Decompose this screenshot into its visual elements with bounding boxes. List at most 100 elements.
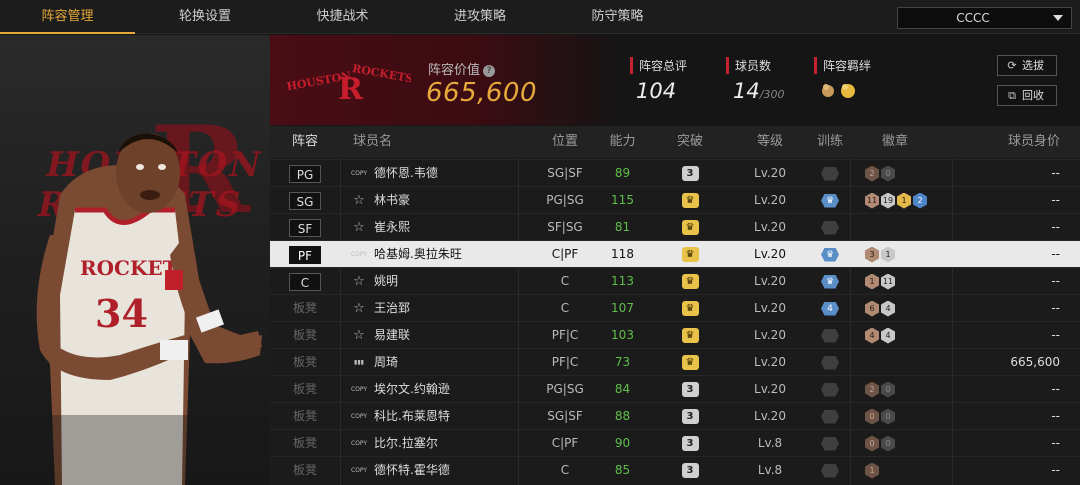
player-level: Lv.20 bbox=[754, 382, 786, 396]
player-name-cell[interactable]: COPY 埃尔文.约翰逊 bbox=[350, 376, 450, 402]
col-price[interactable]: 球员身价 bbox=[970, 126, 1060, 158]
player-name-cell[interactable]: COPY 哈基姆.奥拉朱旺 bbox=[350, 241, 462, 267]
training-cell[interactable]: ♛ bbox=[810, 241, 850, 267]
training-cell[interactable] bbox=[810, 322, 850, 348]
badges-cell[interactable]: 11 19 1 2 bbox=[865, 187, 929, 213]
badges-cell[interactable]: 44 bbox=[865, 322, 897, 348]
breakthrough-cell[interactable]: ♛ bbox=[670, 241, 710, 267]
training-cell[interactable] bbox=[810, 376, 850, 402]
chemistry-icons[interactable] bbox=[820, 81, 860, 105]
col-badges[interactable]: 徽章 bbox=[865, 126, 925, 158]
player-name-cell[interactable]: ☆ 姚明 bbox=[350, 268, 398, 294]
table-row[interactable]: 板凳 ☆ 易建联 PF|C 103 ♛ Lv.20 4 4 -- bbox=[270, 321, 1080, 348]
badges-cell[interactable]: 31 bbox=[865, 241, 897, 267]
slot-cell[interactable]: 板凳 bbox=[270, 349, 340, 375]
slot-cell[interactable]: SG bbox=[270, 187, 340, 213]
training-cell[interactable]: ♛ bbox=[810, 268, 850, 294]
breakthrough-cell[interactable]: ♛ bbox=[670, 214, 710, 240]
slot-cell[interactable]: 板凳 bbox=[270, 403, 340, 429]
breakthrough-cell[interactable]: ♛ bbox=[670, 322, 710, 348]
breakthrough-cell[interactable]: 3 bbox=[670, 430, 710, 456]
crown-icon: ♛ bbox=[681, 355, 699, 370]
slot-cell[interactable]: PG bbox=[270, 160, 340, 186]
player-name-cell[interactable]: COPY 比尔.拉塞尔 bbox=[350, 430, 438, 456]
table-row[interactable]: 板凳 ▮▮▮ 周琦 PF|C 73 ♛ Lv.20 665,600 bbox=[270, 348, 1080, 375]
table-row[interactable]: SG ☆ 林书豪 PG|SG 115 ♛ Lv.20 ♛ 11 19 1 2 -- bbox=[270, 186, 1080, 213]
training-cell[interactable]: ♛ bbox=[810, 187, 850, 213]
table-row[interactable]: 板凳 COPY 科比.布莱恩特 SG|SF 88 3 Lv.20 0 0 -- bbox=[270, 402, 1080, 429]
training-cell[interactable] bbox=[810, 349, 850, 375]
chemistry-icon bbox=[822, 84, 855, 98]
badges-cell[interactable]: 1 11 bbox=[865, 268, 897, 294]
slot-cell[interactable]: SF bbox=[270, 214, 340, 240]
tab-quick-tactics[interactable]: 快捷战术 bbox=[275, 0, 410, 34]
tab-rotation-settings[interactable]: 轮换设置 bbox=[135, 0, 275, 34]
training-cell[interactable] bbox=[810, 214, 850, 240]
training-cell[interactable] bbox=[810, 160, 850, 186]
table-row[interactable]: PG COPY 德怀恩.韦德 SG|SF 89 3 Lv.20 2 0 -- bbox=[270, 159, 1080, 186]
player-name: 易建联 bbox=[374, 328, 411, 342]
badges-cell[interactable]: 1 bbox=[865, 457, 881, 483]
col-breakthrough[interactable]: 突破 bbox=[670, 126, 710, 158]
player-name: 德怀恩.韦德 bbox=[374, 166, 438, 180]
training-cell[interactable]: 4 bbox=[810, 295, 850, 321]
badges-cell[interactable]: 64 bbox=[865, 295, 897, 321]
player-name-cell[interactable]: COPY 德怀恩.韦德 bbox=[350, 160, 438, 186]
slot-cell[interactable]: 板凳 bbox=[270, 322, 340, 348]
slot-cell[interactable]: 板凳 bbox=[270, 295, 340, 321]
crown-icon: ♛ bbox=[681, 301, 699, 316]
slot-cell[interactable]: 板凳 bbox=[270, 457, 340, 483]
player-price: -- bbox=[1051, 436, 1060, 450]
help-icon[interactable]: ? bbox=[483, 65, 496, 77]
badges-cell[interactable]: 00 bbox=[865, 403, 897, 429]
tab-lineup-management[interactable]: 阵容管理 bbox=[0, 0, 135, 34]
training-cell[interactable] bbox=[810, 430, 850, 456]
breakthrough-cell[interactable]: ♛ bbox=[670, 349, 710, 375]
breakthrough-cell[interactable]: ♛ bbox=[670, 268, 710, 294]
tab-defense-strategy[interactable]: 防守策略 bbox=[550, 0, 685, 34]
table-row[interactable]: PF COPY 哈基姆.奥拉朱旺 C|PF 118 ♛ Lv.20 ♛ 3 1 -- bbox=[270, 240, 1080, 267]
breakthrough-cell[interactable]: ♛ bbox=[670, 187, 710, 213]
slot-cell[interactable]: 板凳 bbox=[270, 376, 340, 402]
table-row[interactable]: C ☆ 姚明 C 113 ♛ Lv.20 ♛ 1 11 -- bbox=[270, 267, 1080, 294]
slot-cell[interactable]: C bbox=[270, 268, 340, 294]
table-row[interactable]: SF ☆ 崔永熙 SF|SG 81 ♛ Lv.20 -- bbox=[270, 213, 1080, 240]
slot-cell[interactable]: 板凳 bbox=[270, 430, 340, 456]
col-ability[interactable]: 能力 bbox=[590, 126, 655, 158]
table-row[interactable]: 板凳 ☆ 王治郅 C 107 ♛ Lv.20 4 6 4 -- bbox=[270, 294, 1080, 321]
breakthrough-cell[interactable]: 3 bbox=[670, 160, 710, 186]
player-price: -- bbox=[1051, 463, 1060, 477]
player-name-cell[interactable]: ☆ 崔永熙 bbox=[350, 214, 410, 240]
player-name-cell[interactable]: ▮▮▮ 周琦 bbox=[350, 349, 398, 375]
player-name-cell[interactable]: COPY 科比.布莱恩特 bbox=[350, 403, 450, 429]
player-price: -- bbox=[1051, 274, 1060, 288]
breakthrough-cell[interactable]: ♛ bbox=[670, 295, 710, 321]
table-row[interactable]: 板凳 COPY 德怀特.霍华德 C 85 3 Lv.8 1 -- bbox=[270, 456, 1080, 483]
player-name-cell[interactable]: ☆ 王治郅 bbox=[350, 295, 410, 321]
badges-cell[interactable]: 20 bbox=[865, 376, 897, 402]
player-name-cell[interactable]: ☆ 林书豪 bbox=[350, 187, 410, 213]
col-training[interactable]: 训练 bbox=[810, 126, 850, 158]
breakthrough-cell[interactable]: 3 bbox=[670, 376, 710, 402]
player-name-cell[interactable]: ☆ 易建联 bbox=[350, 322, 410, 348]
recycle-button[interactable]: ⧉ 回收 bbox=[997, 85, 1057, 106]
select-button[interactable]: ⟳ 选拔 bbox=[997, 55, 1057, 76]
breakthrough-cell[interactable]: 3 bbox=[670, 457, 710, 483]
table-row[interactable]: 板凳 COPY 比尔.拉塞尔 C|PF 90 3 Lv.8 0 0 -- bbox=[270, 429, 1080, 456]
slot-cell[interactable]: PF bbox=[270, 241, 340, 267]
refresh-icon: ⟳ bbox=[1007, 59, 1017, 72]
table-row[interactable]: 板凳 COPY 埃尔文.约翰逊 PG|SG 84 3 Lv.20 2 0 -- bbox=[270, 375, 1080, 402]
lineup-header: HOUSTON R ROCKETS 阵容价值? 665,600 阵容总评 104… bbox=[270, 35, 1080, 125]
training-cell[interactable] bbox=[810, 403, 850, 429]
player-name-cell[interactable]: COPY 德怀特.霍华德 bbox=[350, 457, 450, 483]
tab-offense-strategy[interactable]: 进攻策略 bbox=[410, 0, 550, 34]
badges-cell[interactable]: 20 bbox=[865, 160, 897, 186]
team-dropdown[interactable]: CCCC bbox=[897, 7, 1072, 29]
col-name[interactable]: 球员名 bbox=[353, 126, 392, 158]
col-slot[interactable]: 阵容 bbox=[270, 126, 340, 158]
col-level[interactable]: 等级 bbox=[735, 126, 805, 158]
player-level: Lv.20 bbox=[754, 220, 786, 234]
breakthrough-cell[interactable]: 3 bbox=[670, 403, 710, 429]
badges-cell[interactable]: 00 bbox=[865, 430, 897, 456]
training-cell[interactable] bbox=[810, 457, 850, 483]
